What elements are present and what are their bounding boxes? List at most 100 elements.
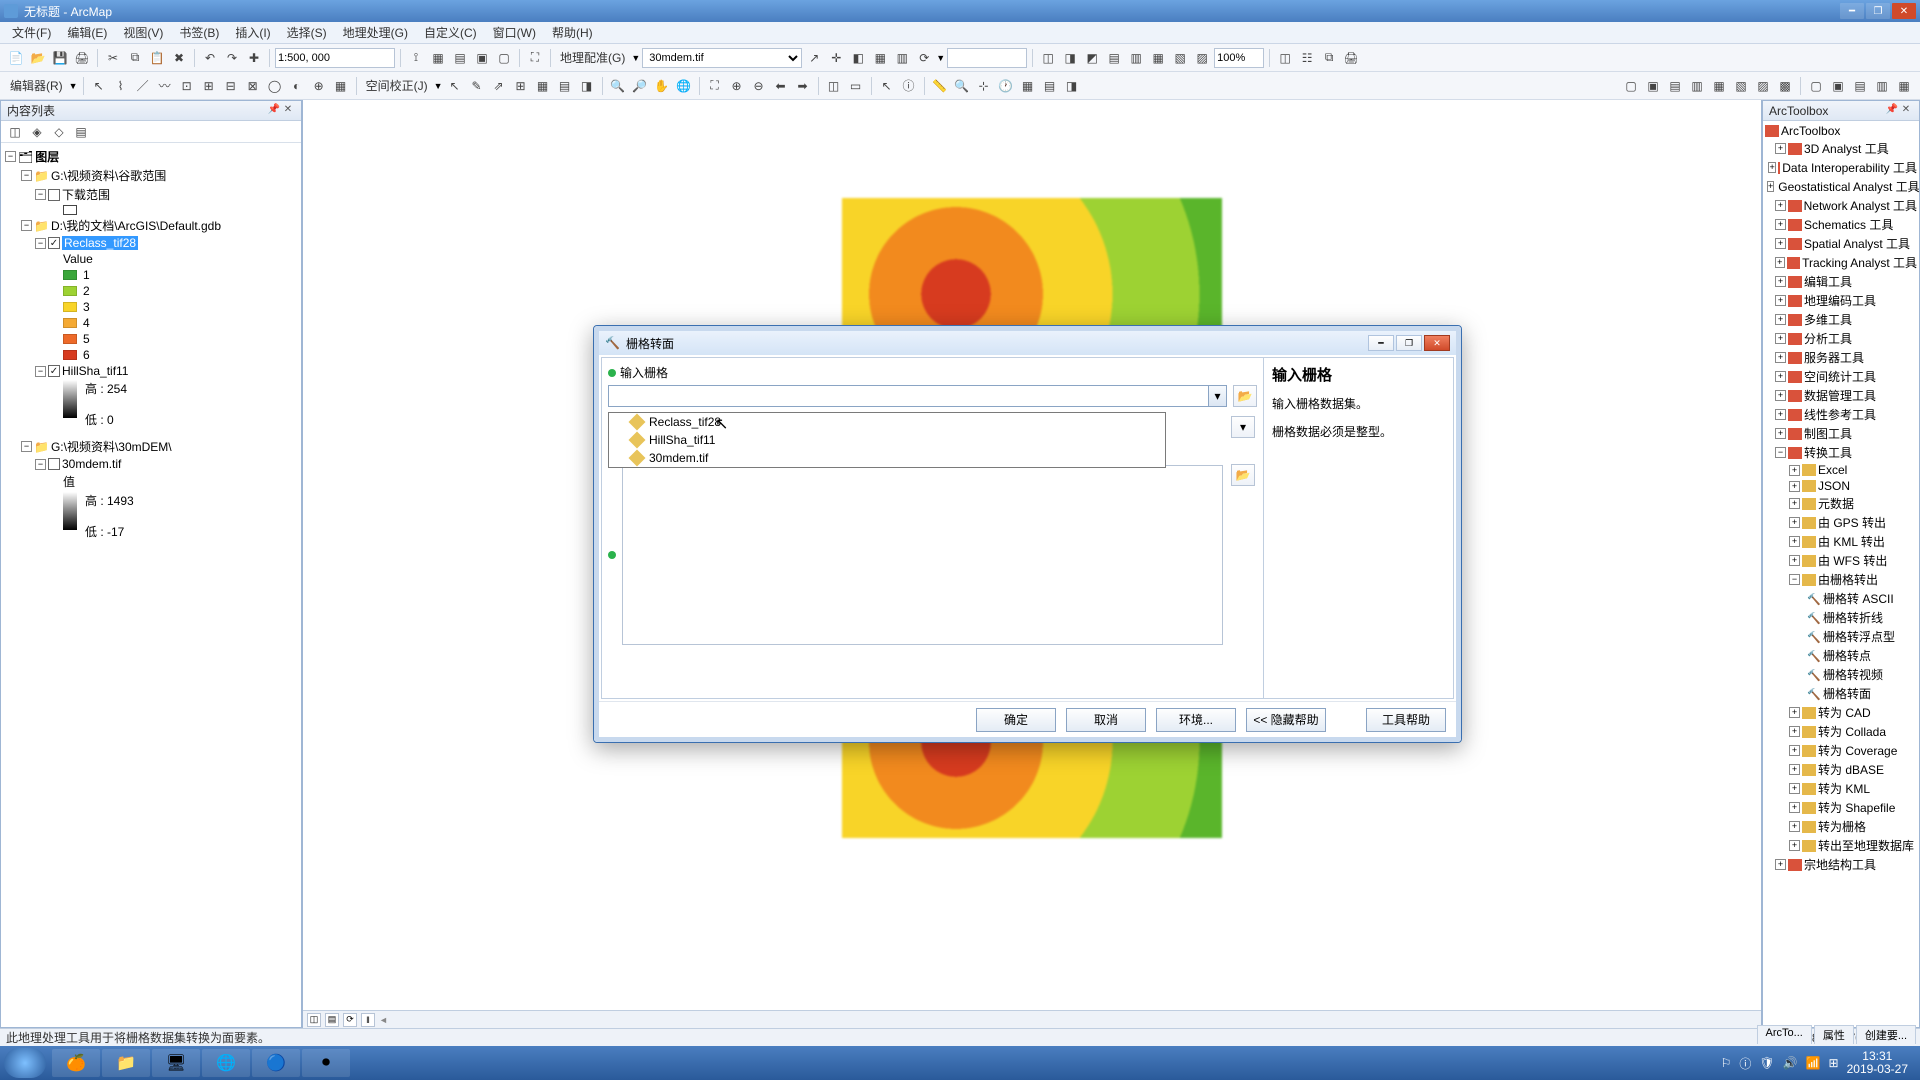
environments-button[interactable]: 环境... <box>1156 708 1236 732</box>
gp-tool[interactable]: 栅格转面 <box>1823 685 1871 702</box>
r13-icon[interactable]: ▦ <box>1894 76 1914 96</box>
georef-c-icon[interactable]: ◧ <box>848 48 868 68</box>
dialog-maximize-button[interactable]: ❐ <box>1396 335 1422 351</box>
dropdown-arrow-icon[interactable]: ▾ <box>1208 386 1226 406</box>
pin-icon[interactable]: 📌 <box>1885 104 1899 118</box>
toolset-item[interactable]: 由 GPS 转出 <box>1818 514 1886 531</box>
sa-b-icon[interactable]: ✎ <box>467 76 487 96</box>
zoom-in-icon[interactable]: 🔍 <box>608 76 628 96</box>
task-app-4[interactable]: 🔵 <box>252 1049 300 1077</box>
georef-input[interactable] <box>947 48 1027 68</box>
toolset-item[interactable]: 转出至地理数据库 <box>1818 837 1914 854</box>
t2-icon[interactable]: ▤ <box>1040 76 1060 96</box>
toolset-item[interactable]: 转为 CAD <box>1818 704 1871 721</box>
r12-icon[interactable]: ▥ <box>1872 76 1892 96</box>
dropdown-item[interactable]: HillSha_tif11 <box>609 431 1165 449</box>
tab-attributes[interactable]: 属性 <box>1814 1025 1854 1044</box>
toggle-icon[interactable]: + <box>1775 409 1786 420</box>
add-data-icon[interactable]: ✚ <box>244 48 264 68</box>
pin-icon[interactable]: 📌 <box>267 104 281 118</box>
layer-30mdem[interactable]: 30mdem.tif <box>62 457 121 471</box>
delete-icon[interactable]: ✖ <box>169 48 189 68</box>
toggle-icon[interactable]: + <box>1775 390 1786 401</box>
pointer-icon[interactable]: ↖ <box>877 76 897 96</box>
r11-icon[interactable]: ▤ <box>1850 76 1870 96</box>
toolbox-root[interactable]: ArcToolbox <box>1781 124 1840 138</box>
task-app-2[interactable]: 🖥 <box>152 1049 200 1077</box>
tool-a-icon[interactable]: ⟟ <box>406 48 426 68</box>
zoom-out-icon[interactable]: 🔎 <box>630 76 650 96</box>
toggle-icon[interactable]: + <box>1789 802 1800 813</box>
toc-tool-2-icon[interactable]: ◈ <box>27 122 47 142</box>
layer-download[interactable]: 下载范围 <box>62 186 110 203</box>
r10-icon[interactable]: ▣ <box>1828 76 1848 96</box>
group-c[interactable]: G:\视频资料\30mDEM\ <box>51 438 172 455</box>
toggle-icon[interactable]: + <box>1789 764 1800 775</box>
group-b[interactable]: D:\我的文档\ArcGIS\Default.gdb <box>51 217 221 234</box>
toggle-icon[interactable]: + <box>1789 707 1800 718</box>
from-raster[interactable]: 由栅格转出 <box>1818 571 1878 588</box>
toggle-icon[interactable]: + <box>1775 200 1786 211</box>
tool-n-icon[interactable]: ▨ <box>1192 48 1212 68</box>
toolbox-item[interactable]: Spatial Analyst 工具 <box>1804 235 1910 252</box>
tool-k-icon[interactable]: ▥ <box>1126 48 1146 68</box>
start-button[interactable] <box>4 1048 46 1078</box>
panel-close-icon[interactable]: ✕ <box>281 104 295 118</box>
toolset-item[interactable]: 转为 Shapefile <box>1818 799 1895 816</box>
ed-b-icon[interactable]: ⌇ <box>111 76 131 96</box>
conversion-tools[interactable]: 转换工具 <box>1804 444 1852 461</box>
toggle-icon[interactable]: + <box>1789 465 1800 476</box>
ed-c-icon[interactable]: ／ <box>133 76 153 96</box>
sa-g-icon[interactable]: ◨ <box>577 76 597 96</box>
panel-close-icon[interactable]: ✕ <box>1899 104 1913 118</box>
toggle-icon[interactable]: + <box>1775 371 1786 382</box>
open-icon[interactable]: 📂 <box>28 48 48 68</box>
toggle-icon[interactable]: + <box>1789 555 1800 566</box>
gp-tool[interactable]: 栅格转视频 <box>1823 666 1883 683</box>
layer-reclass[interactable]: Reclass_tif28 <box>62 236 138 250</box>
georef-e-icon[interactable]: ▥ <box>892 48 912 68</box>
ed-h-icon[interactable]: ⊠ <box>243 76 263 96</box>
dropdown-item[interactable]: 30mdem.tif <box>609 449 1165 467</box>
tool-f-icon[interactable]: ⛶ <box>525 48 545 68</box>
cut-icon[interactable]: ✂ <box>103 48 123 68</box>
pause-icon[interactable]: ‖ <box>361 1013 375 1027</box>
r4-icon[interactable]: ▥ <box>1687 76 1707 96</box>
tray-icon[interactable]: 🛡 <box>1759 1056 1774 1070</box>
toolbox-item[interactable]: 地理编码工具 <box>1804 292 1876 309</box>
tool-d-icon[interactable]: ▣ <box>472 48 492 68</box>
gp-tool[interactable]: 栅格转点 <box>1823 647 1871 664</box>
layer-checkbox[interactable] <box>48 189 60 201</box>
toggle-icon[interactable]: − <box>5 151 16 162</box>
layers-root[interactable]: 图层 <box>35 148 59 165</box>
tool-b-icon[interactable]: ▦ <box>428 48 448 68</box>
tool-r-icon[interactable]: 🖨 <box>1341 48 1361 68</box>
identify-icon[interactable]: ⓘ <box>899 76 919 96</box>
sa-a-icon[interactable]: ↖ <box>445 76 465 96</box>
toolbox-item[interactable]: 数据管理工具 <box>1804 387 1876 404</box>
select-icon[interactable]: ◫ <box>824 76 844 96</box>
tool-help-button[interactable]: 工具帮助 <box>1366 708 1446 732</box>
toggle-icon[interactable]: + <box>1775 276 1786 287</box>
redo-icon[interactable]: ↷ <box>222 48 242 68</box>
forward-icon[interactable]: ➡ <box>793 76 813 96</box>
ed-j-icon[interactable]: ◐ <box>287 76 307 96</box>
r3-icon[interactable]: ▤ <box>1665 76 1685 96</box>
toggle-icon[interactable]: + <box>1775 143 1786 154</box>
toolset-item[interactable]: Excel <box>1818 463 1847 477</box>
task-app-3[interactable]: 🌐 <box>202 1049 250 1077</box>
sa-e-icon[interactable]: ▦ <box>533 76 553 96</box>
copy-icon[interactable]: ⧉ <box>125 48 145 68</box>
time-icon[interactable]: 🕐 <box>996 76 1016 96</box>
toolbox-item[interactable]: 线性参考工具 <box>1804 406 1876 423</box>
tray-icon[interactable]: ⓘ <box>1739 1055 1751 1072</box>
toolset-item[interactable]: 转为栅格 <box>1818 818 1866 835</box>
georef-d-icon[interactable]: ▦ <box>870 48 890 68</box>
undo-icon[interactable]: ↶ <box>200 48 220 68</box>
side-dropdown-button[interactable]: ▾ <box>1231 416 1255 438</box>
menu-customize[interactable]: 自定义(C) <box>416 22 485 43</box>
tool-l-icon[interactable]: ▦ <box>1148 48 1168 68</box>
dialog-minimize-button[interactable]: ━ <box>1368 335 1394 351</box>
toggle-icon[interactable]: + <box>1789 536 1800 547</box>
tool-i-icon[interactable]: ◩ <box>1082 48 1102 68</box>
